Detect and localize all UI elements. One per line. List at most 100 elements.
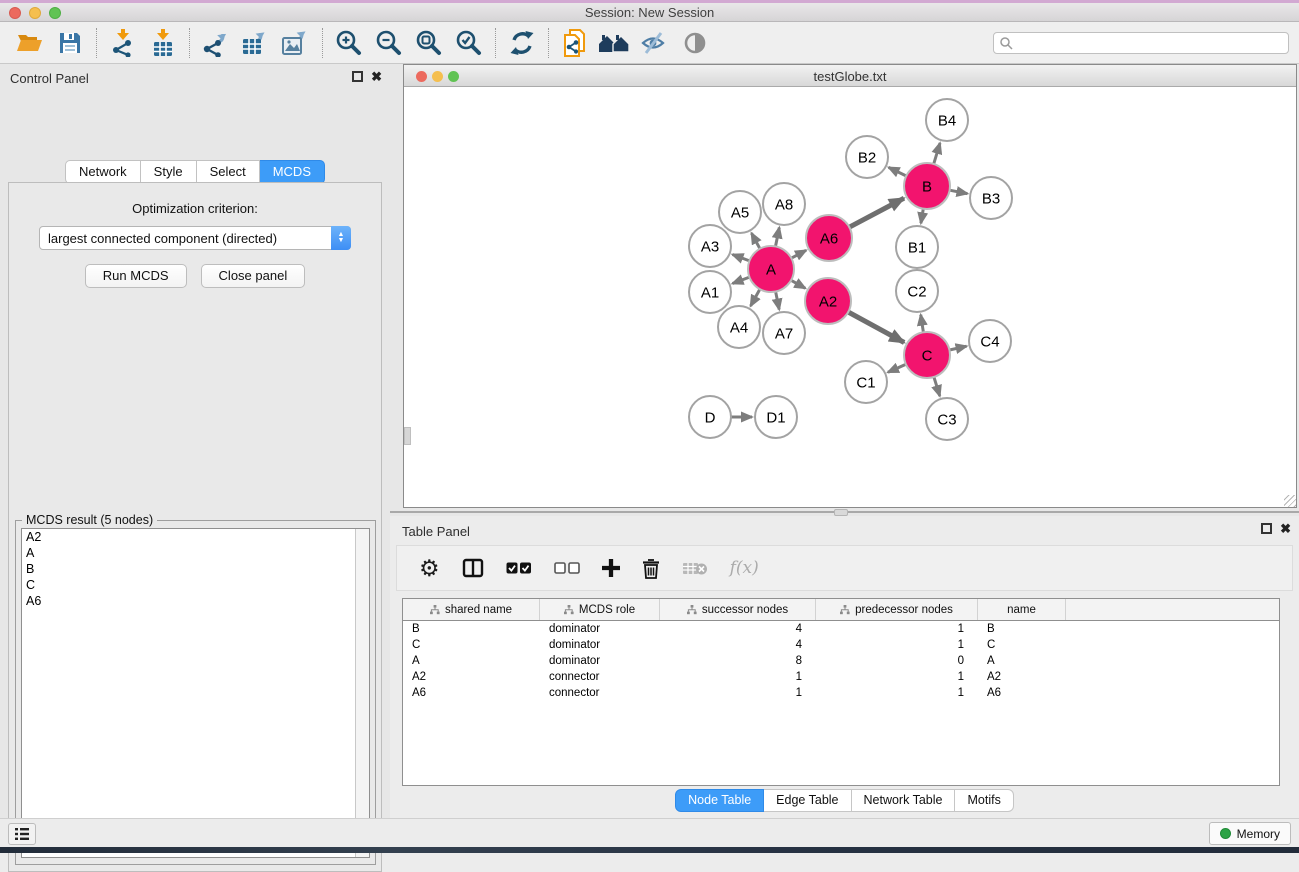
table-cell[interactable]: connector [540, 671, 660, 683]
deselect-all-columns-button[interactable] [554, 552, 580, 584]
table-settings-button[interactable]: ⚙ [419, 552, 440, 584]
graph-node-D1[interactable]: D1 [755, 396, 797, 438]
search-field[interactable] [993, 32, 1289, 54]
open-file-button[interactable] [10, 26, 50, 60]
zoom-fit-button[interactable] [409, 26, 449, 60]
network-graph[interactable]: B4B2BB3A8A5A6A3B1AC2A1A2A4A7C4CC1C3DD1 [404, 87, 1296, 507]
result-item[interactable]: A [22, 545, 369, 561]
table-row[interactable]: Bdominator41B [403, 621, 1279, 637]
import-network-button[interactable] [103, 26, 143, 60]
delete-column-button[interactable] [642, 552, 660, 584]
graph-node-A1[interactable]: A1 [689, 271, 731, 313]
table-cell[interactable]: A6 [978, 687, 1066, 699]
column-header[interactable]: shared name [403, 599, 540, 620]
close-panel-icon[interactable]: ✖ [1280, 523, 1291, 534]
table-cell[interactable]: 1 [816, 687, 978, 699]
tab-network-table[interactable]: Network Table [852, 789, 956, 812]
zoom-in-button[interactable] [329, 26, 369, 60]
network-window-titlebar[interactable]: testGlobe.txt [404, 65, 1296, 87]
export-image-button[interactable] [276, 26, 316, 60]
table-cell[interactable]: 1 [660, 671, 816, 683]
horizontal-splitter[interactable] [390, 509, 1299, 516]
table-cell[interactable]: A6 [403, 687, 540, 699]
delete-table-button[interactable] [682, 552, 708, 584]
graph-node-A[interactable]: A [748, 246, 794, 292]
graph-node-B1[interactable]: B1 [896, 226, 938, 268]
column-header[interactable]: successor nodes [660, 599, 816, 620]
network-canvas[interactable]: B4B2BB3A8A5A6A3B1AC2A1A2A4A7C4CC1C3DD1 [404, 87, 1296, 507]
graph-node-A3[interactable]: A3 [689, 225, 731, 267]
tab-motifs[interactable]: Motifs [955, 789, 1013, 812]
float-panel-icon[interactable] [1261, 523, 1272, 534]
export-network-button[interactable] [196, 26, 236, 60]
graph-node-A2[interactable]: A2 [805, 278, 851, 324]
result-item[interactable]: A6 [22, 593, 369, 609]
graph-node-B4[interactable]: B4 [926, 99, 968, 141]
graph-node-B2[interactable]: B2 [846, 136, 888, 178]
tab-style[interactable]: Style [141, 160, 197, 184]
table-cell[interactable]: 1 [816, 623, 978, 635]
table-cell[interactable]: A2 [403, 671, 540, 683]
graph-node-D[interactable]: D [689, 396, 731, 438]
table-cell[interactable]: 1 [660, 687, 816, 699]
function-builder-button[interactable]: f(x) [730, 552, 759, 584]
table-row[interactable]: Cdominator41C [403, 637, 1279, 653]
graph-node-A6[interactable]: A6 [806, 215, 852, 261]
show-columns-button[interactable] [462, 552, 484, 584]
canvas-scroll-nub[interactable] [404, 427, 411, 445]
export-table-button[interactable] [236, 26, 276, 60]
table-cell[interactable]: dominator [540, 655, 660, 667]
table-cell[interactable]: dominator [540, 623, 660, 635]
table-cell[interactable]: A [403, 655, 540, 667]
table-cell[interactable]: A2 [978, 671, 1066, 683]
table-cell[interactable]: C [978, 639, 1066, 651]
node-table[interactable]: shared nameMCDS rolesuccessor nodesprede… [402, 598, 1280, 786]
close-panel-icon[interactable]: ✖ [371, 71, 382, 82]
graph-node-B3[interactable]: B3 [970, 177, 1012, 219]
optimization-criterion-select[interactable]: largest connected component (directed) ▲… [39, 226, 351, 250]
graph-node-C4[interactable]: C4 [969, 320, 1011, 362]
splitter-grip-icon[interactable] [834, 509, 848, 516]
tab-edge-table[interactable]: Edge Table [764, 789, 851, 812]
table-row[interactable]: A6connector11A6 [403, 685, 1279, 701]
select-all-columns-button[interactable] [506, 552, 532, 584]
zoom-selected-button[interactable] [449, 26, 489, 60]
graph-node-B[interactable]: B [904, 163, 950, 209]
table-cell[interactable]: C [403, 639, 540, 651]
graph-node-A8[interactable]: A8 [763, 183, 805, 225]
graph-node-C2[interactable]: C2 [896, 270, 938, 312]
table-cell[interactable]: 0 [816, 655, 978, 667]
table-cell[interactable]: 8 [660, 655, 816, 667]
import-table-button[interactable] [143, 26, 183, 60]
task-history-button[interactable] [8, 823, 36, 845]
window-resize-grip[interactable] [1284, 495, 1296, 507]
mcds-result-list[interactable]: A2ABCA6 [21, 528, 370, 858]
run-mcds-button[interactable]: Run MCDS [85, 264, 187, 288]
first-neighbors-button[interactable] [595, 26, 635, 60]
tab-select[interactable]: Select [197, 160, 260, 184]
column-header[interactable]: name [978, 599, 1066, 620]
graph-node-A4[interactable]: A4 [718, 306, 760, 348]
save-session-button[interactable] [50, 26, 90, 60]
table-cell[interactable]: dominator [540, 639, 660, 651]
table-cell[interactable]: 1 [816, 639, 978, 651]
graph-node-C1[interactable]: C1 [845, 361, 887, 403]
float-panel-icon[interactable] [352, 71, 363, 82]
result-list-scrollbar[interactable] [355, 529, 369, 857]
result-item[interactable]: B [22, 561, 369, 577]
close-panel-button[interactable]: Close panel [201, 264, 306, 288]
table-cell[interactable]: 4 [660, 639, 816, 651]
graph-node-C3[interactable]: C3 [926, 398, 968, 440]
column-header[interactable]: MCDS role [540, 599, 660, 620]
table-cell[interactable]: 4 [660, 623, 816, 635]
column-header[interactable]: predecessor nodes [816, 599, 978, 620]
table-cell[interactable]: A [978, 655, 1066, 667]
table-cell[interactable]: 1 [816, 671, 978, 683]
refresh-layout-button[interactable] [502, 26, 542, 60]
memory-button[interactable]: Memory [1209, 822, 1291, 845]
tab-node-table[interactable]: Node Table [675, 789, 764, 812]
result-item[interactable]: A2 [22, 529, 369, 545]
zoom-out-button[interactable] [369, 26, 409, 60]
tab-mcds[interactable]: MCDS [260, 160, 325, 184]
table-cell[interactable]: B [978, 623, 1066, 635]
